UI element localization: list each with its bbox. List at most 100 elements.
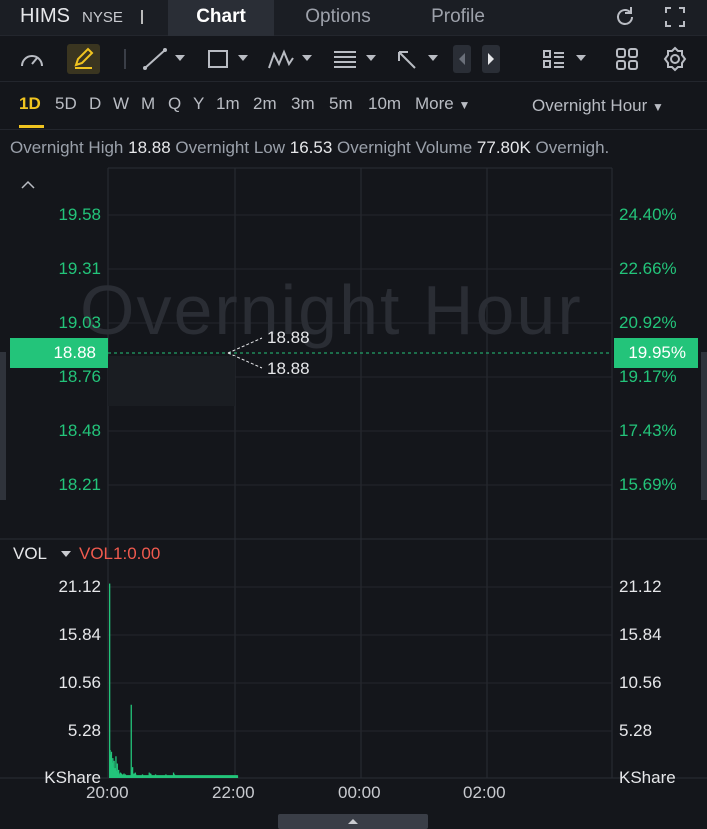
tab-chart[interactable]: Chart (168, 0, 274, 36)
toolbar-divider (124, 49, 126, 69)
period-q[interactable]: Q (168, 94, 181, 114)
volume-bar (173, 775, 175, 778)
right-panel-handle[interactable] (701, 352, 707, 500)
grid-icon[interactable] (613, 44, 641, 74)
drawing-toolbar (0, 36, 707, 82)
volume-bar (199, 775, 202, 778)
chevron-down-icon: ▼ (652, 100, 664, 114)
chevron-down-icon[interactable] (302, 55, 312, 61)
volume-bar (234, 775, 236, 778)
volume-bar (174, 775, 176, 778)
volume-bar (154, 774, 157, 778)
chevron-down-icon[interactable] (576, 55, 586, 61)
volume-bar (235, 775, 237, 778)
volume-bar (153, 775, 155, 778)
exchange-label: NYSE (82, 9, 123, 26)
volume-bar (163, 775, 165, 778)
refresh-icon[interactable] (612, 4, 638, 30)
period-w[interactable]: W (113, 94, 129, 114)
period-1m[interactable]: 1m (216, 94, 240, 114)
volume-bar (200, 775, 202, 778)
volume-bar (169, 775, 172, 778)
trendline-icon[interactable] (141, 44, 169, 74)
tab-profile[interactable]: Profile (408, 0, 508, 36)
volume-bar (202, 775, 204, 778)
pencil-icon[interactable] (67, 44, 100, 74)
volume-bar (201, 775, 203, 778)
fib-icon[interactable] (331, 44, 359, 74)
period-2m[interactable]: 2m (253, 94, 277, 114)
volume-bar (158, 775, 161, 778)
volume-bar (111, 762, 113, 778)
period-1d[interactable]: 1D (19, 94, 41, 114)
gauge-icon[interactable] (18, 44, 46, 74)
volume-bar (199, 775, 201, 778)
period-10m[interactable]: 10m (368, 94, 401, 114)
volume-bar (122, 775, 124, 778)
volume-bar (156, 775, 158, 778)
prev-button[interactable] (453, 45, 471, 73)
volume-bar (191, 775, 193, 778)
session-dropdown[interactable]: Overnight Hour ▼ (532, 96, 664, 116)
vol1-value: VOL1:0.00 (79, 544, 161, 563)
volume-bar (184, 775, 186, 778)
volume-bar (155, 775, 158, 778)
volume-bar (147, 775, 149, 778)
volume-bar (154, 775, 156, 778)
period-m[interactable]: M (141, 94, 155, 114)
chevron-down-icon[interactable] (238, 55, 248, 61)
volume-bar (178, 775, 181, 778)
volume-indicator-label[interactable]: VOL (13, 544, 47, 564)
volume-bar (210, 775, 212, 778)
volume-bar (225, 775, 227, 778)
fullscreen-icon[interactable] (662, 4, 688, 30)
volume-bar (149, 775, 151, 778)
annotation-high: 18.88 (267, 328, 310, 347)
volume-bar (209, 775, 212, 778)
volume-bar (181, 775, 183, 778)
list-icon[interactable] (540, 44, 568, 74)
pattern-icon[interactable] (266, 44, 296, 74)
volume-bar (137, 775, 140, 778)
chevron-down-icon[interactable] (366, 55, 376, 61)
period-3m[interactable]: 3m (291, 94, 315, 114)
period-5d[interactable]: 5D (55, 94, 77, 114)
volume-bar (138, 775, 140, 778)
volume-bar (121, 774, 123, 778)
tab-options[interactable]: Options (282, 0, 394, 36)
more-dropdown[interactable]: More ▼ (415, 94, 470, 114)
chevron-down-icon[interactable] (428, 55, 438, 61)
volume-bar (179, 775, 181, 778)
volume-bar (206, 775, 208, 778)
period-d[interactable]: D (89, 94, 101, 114)
arrow-icon[interactable] (393, 44, 421, 74)
chevron-down-icon[interactable] (61, 551, 71, 557)
settings-icon[interactable] (661, 44, 689, 74)
left-panel-handle[interactable] (0, 352, 6, 500)
volume-bar (167, 775, 169, 778)
volume-bar (162, 775, 164, 778)
volume-bar (123, 773, 125, 778)
volume-bar (207, 775, 209, 778)
volume-bar (122, 774, 124, 778)
period-y[interactable]: Y (193, 94, 204, 114)
price-area (108, 356, 235, 406)
volume-bar (171, 775, 173, 778)
volume-bar (212, 775, 214, 778)
volume-bar (192, 775, 194, 778)
chevron-down-icon[interactable] (175, 55, 185, 61)
bottom-panel-handle[interactable] (278, 814, 428, 829)
volume-bar (212, 775, 215, 778)
volume-bar (143, 775, 145, 778)
next-button[interactable] (482, 45, 500, 73)
volume-bar (186, 775, 188, 778)
volume-bar (151, 775, 154, 778)
volume-bar (224, 775, 226, 778)
volume-bar (175, 775, 177, 778)
volume-bar (123, 775, 126, 778)
volume-bar (135, 774, 137, 778)
period-5m[interactable]: 5m (329, 94, 353, 114)
rectangle-icon[interactable] (204, 44, 232, 74)
volume-bar (203, 775, 206, 778)
volume-bar (213, 775, 216, 778)
